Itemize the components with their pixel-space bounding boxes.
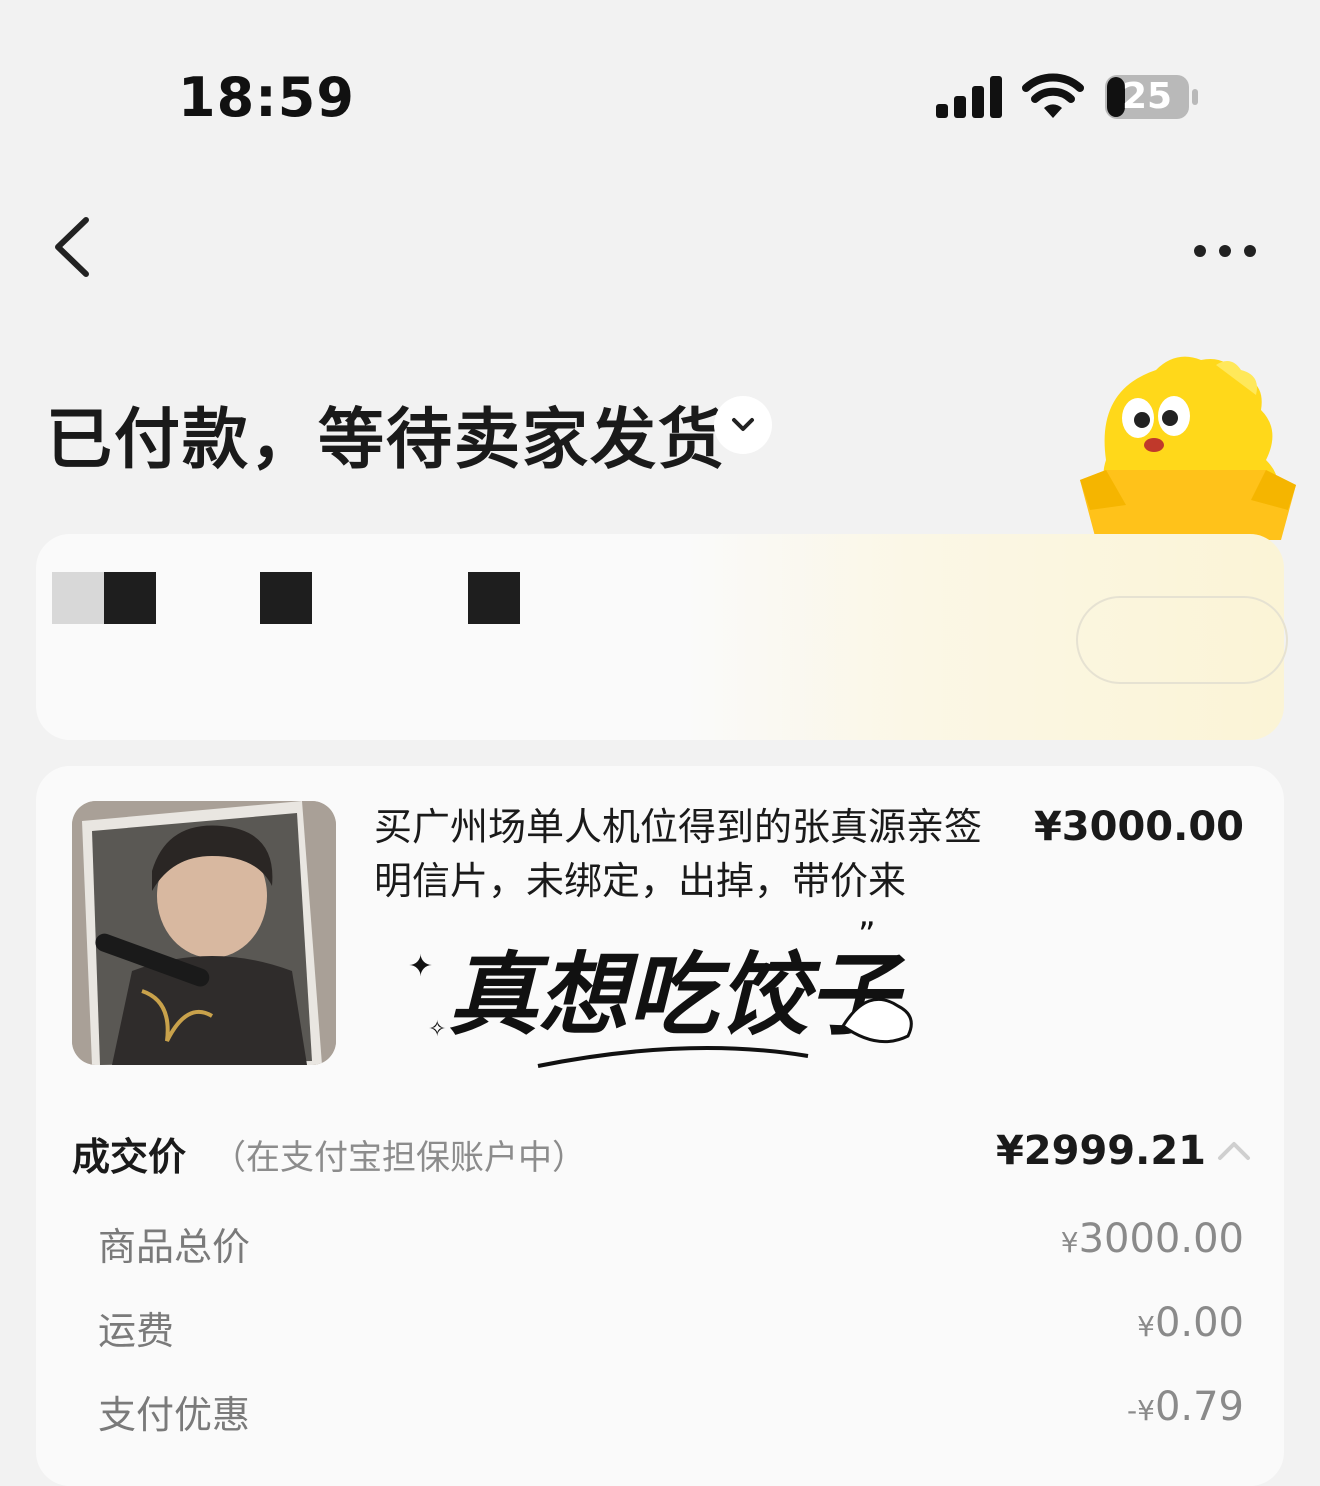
order-card: 买广州场单人机位得到的张真源亲签明信片，未绑定，出掉，带价来 ¥3000.00 … [36, 766, 1284, 1486]
payment-discount-label: 支付优惠 [98, 1393, 251, 1437]
order-status-title: 已付款，等待卖家发货 [46, 401, 726, 478]
status-time: 18:59 [178, 66, 355, 129]
battery-level: 25 [1122, 76, 1173, 117]
product-title[interactable]: 买广州场单人机位得到的张真源亲签明信片，未绑定，出掉，带价来 [374, 800, 1014, 908]
chevron-down-icon [732, 418, 754, 431]
mascot-illustration [1080, 356, 1296, 540]
product-thumbnail[interactable] [72, 801, 336, 1065]
wifi-icon [1022, 73, 1084, 118]
redaction-block [468, 572, 520, 624]
deal-price-note: （在支付宝担保账户中） [212, 1138, 586, 1178]
cellular-signal-icon [936, 76, 1002, 118]
deal-price-label: 成交价 [72, 1135, 187, 1179]
subtotal-value: ¥3000.00 [1060, 1216, 1244, 1262]
subtotal-label: 商品总价 [98, 1225, 251, 1269]
shipping-label: 运费 [98, 1309, 175, 1353]
status-expand-button[interactable] [714, 396, 772, 454]
svg-text:✦: ✦ [408, 949, 433, 984]
svg-text:”: ” [858, 916, 876, 955]
chevron-up-icon[interactable] [1214, 1132, 1254, 1172]
deal-price-value: ¥2999.21 [995, 1128, 1206, 1174]
redaction-block [260, 572, 312, 624]
product-price: ¥3000.00 [1033, 804, 1244, 850]
chevron-left-icon[interactable] [50, 212, 100, 282]
calligraphy-text: 真想吃饺子 [448, 947, 906, 1046]
shipping-value: ¥0.00 [1137, 1300, 1244, 1346]
payment-discount-value: -¥0.79 [1127, 1384, 1244, 1430]
more-horizontal-icon[interactable] [1190, 236, 1260, 266]
redaction-block [52, 572, 104, 624]
redaction-block [104, 572, 156, 624]
svg-text:✧: ✧ [428, 1017, 446, 1042]
calligraphy-sticker: 真想吃饺子 ✦ ” ✧ [408, 916, 913, 1068]
address-card[interactable] [36, 534, 1288, 740]
address-action-button[interactable] [1076, 596, 1288, 684]
